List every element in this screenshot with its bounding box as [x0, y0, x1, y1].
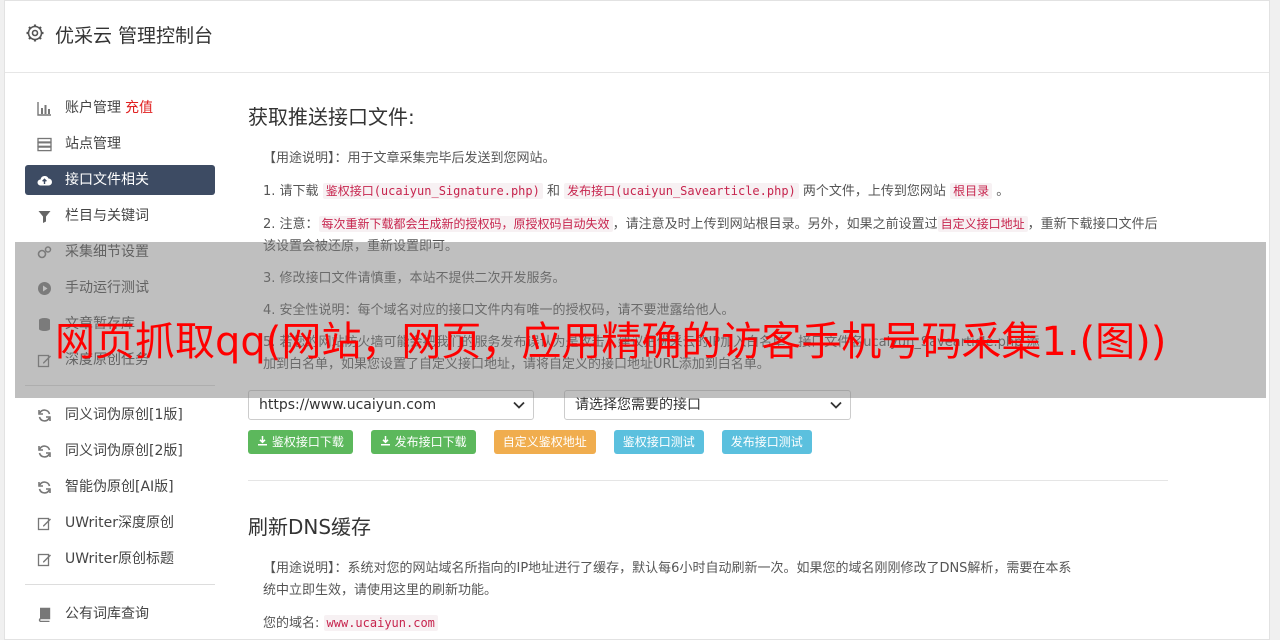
- sidebar-item-uwriter-deep[interactable]: UWriter深度原创: [25, 508, 215, 538]
- api-select-value: 请选择您需要的接口: [575, 397, 701, 413]
- sidebar-item-api-files[interactable]: 接口文件相关: [25, 165, 215, 195]
- sidebar-item-sites[interactable]: 站点管理: [25, 129, 215, 159]
- instruction-text: 。: [996, 184, 1010, 199]
- overlay-headline: 网页抓取qq(网站，网页，应用精确的访客手机号码采集1.(图)): [55, 319, 1167, 365]
- button-label: 鉴权接口下载: [271, 435, 344, 449]
- sidebar-item-label: 智能伪原创[AI版]: [65, 479, 174, 495]
- sidebar-item-label: 接口文件相关: [65, 172, 149, 188]
- domain-line: 您的域名: www.ucaiyun.com: [263, 612, 1168, 635]
- sidebar-item-uwriter-title[interactable]: UWriter原创标题: [25, 544, 215, 574]
- sidebar-item-synonym-v1[interactable]: 同义词伪原创[1版]: [25, 400, 215, 430]
- bar-chart-icon: [37, 102, 51, 116]
- sidebar-item-label: 同义词伪原创[1版]: [65, 407, 183, 423]
- sidebar-item-label: UWriter原创标题: [65, 551, 174, 567]
- edit-icon: [37, 553, 51, 567]
- signature-file-code: 鉴权接口(ucaiyun_Signature.php): [322, 183, 543, 199]
- sidebar-divider: [25, 584, 215, 585]
- root-dir-code: 根目录: [950, 183, 993, 199]
- cloud-upload-icon: [37, 175, 52, 186]
- sidebar-item-label: 站点管理: [65, 136, 121, 152]
- test-publish-button[interactable]: 发布接口测试: [721, 430, 812, 454]
- custom-api-code: 自定义接口地址: [937, 216, 1028, 232]
- button-row: 鉴权接口下载 发布接口下载 自定义鉴权地址 鉴权接口测试 发布接口测试: [248, 430, 1168, 454]
- button-label: 发布接口下载: [394, 435, 467, 449]
- sidebar-item-label: 同义词伪原创[2版]: [65, 443, 183, 459]
- custom-auth-url-button[interactable]: 自定义鉴权地址: [493, 430, 596, 454]
- server-icon: [37, 137, 52, 152]
- filter-icon: [38, 211, 51, 223]
- instruction-text: 2. 注意：: [263, 217, 319, 232]
- dns-usage-text: 【用途说明】：系统对您的网站域名所指向的IP地址进行了缓存，默认每6小时自动刷新…: [263, 561, 1072, 576]
- sidebar-item-ai-rewrite[interactable]: 智能伪原创[AI版]: [25, 472, 215, 502]
- sidebar-item-label: UWriter深度原创: [65, 515, 174, 531]
- instruction-text: ，请注意及时上传到网站根目录。另外，如果之前设置过: [612, 217, 938, 232]
- refresh-icon: [38, 481, 51, 494]
- sidebar-item-label: 公有词库查询: [65, 606, 149, 622]
- instruction-text: 和: [547, 184, 561, 199]
- chevron-down-icon: [830, 401, 842, 409]
- sidebar-item-label: 栏目与关键词: [65, 208, 149, 224]
- sidebar-item-account[interactable]: 账户管理 充值: [25, 93, 215, 123]
- recharge-link[interactable]: 充值: [125, 100, 153, 116]
- download-signature-button[interactable]: 鉴权接口下载: [248, 430, 353, 454]
- sidebar-item-synonym-v2[interactable]: 同义词伪原创[2版]: [25, 436, 215, 466]
- book-icon: [38, 607, 51, 622]
- chevron-down-icon: [513, 401, 525, 409]
- instruction-1: 1. 请下载 鉴权接口(ucaiyun_Signature.php) 和 发布接…: [263, 180, 1168, 203]
- usage-note: 【用途说明】：用于文章采集完毕后发送到您网站。: [263, 151, 556, 166]
- section-title-api-files: 获取推送接口文件:: [248, 105, 415, 129]
- instruction-text: 1. 请下载: [263, 184, 319, 199]
- download-icon: [258, 436, 267, 446]
- instruction-text: 两个文件，上传到您网站: [802, 184, 946, 199]
- download-publish-button[interactable]: 发布接口下载: [370, 430, 476, 454]
- dns-usage-text: 统中立即生效，请使用这里的刷新功能。: [263, 583, 498, 598]
- site-select-value: https://www.ucaiyun.com: [259, 397, 437, 413]
- refresh-icon: [38, 409, 51, 422]
- dns-usage-note: 【用途说明】：系统对您的网站域名所指向的IP地址进行了缓存，默认每6小时自动刷新…: [263, 558, 1168, 602]
- page-title: 优采云 管理控制台: [55, 25, 214, 47]
- edit-icon: [37, 517, 51, 531]
- refresh-icon: [38, 445, 51, 458]
- test-signature-button[interactable]: 鉴权接口测试: [613, 430, 704, 454]
- sidebar-item-public-lexicon[interactable]: 公有词库查询: [25, 599, 215, 629]
- download-icon: [380, 436, 390, 446]
- domain-label: 您的域名:: [263, 616, 320, 631]
- domain-value: www.ucaiyun.com: [323, 615, 438, 631]
- savearticle-file-code: 发布接口(ucaiyun_Savearticle.php): [564, 183, 799, 199]
- auth-warning-code: 每次重新下载都会生成新的授权码，原授权码自动失效: [318, 216, 613, 232]
- sidebar-item-label: 账户管理: [65, 100, 121, 116]
- header-bar: 优采云 管理控制台: [5, 1, 1269, 73]
- sidebar-item-columns-keywords[interactable]: 栏目与关键词: [25, 201, 215, 231]
- section-title-dns: 刷新DNS缓存: [248, 515, 372, 539]
- section-divider: [248, 480, 1168, 481]
- gear-icon: [26, 24, 44, 42]
